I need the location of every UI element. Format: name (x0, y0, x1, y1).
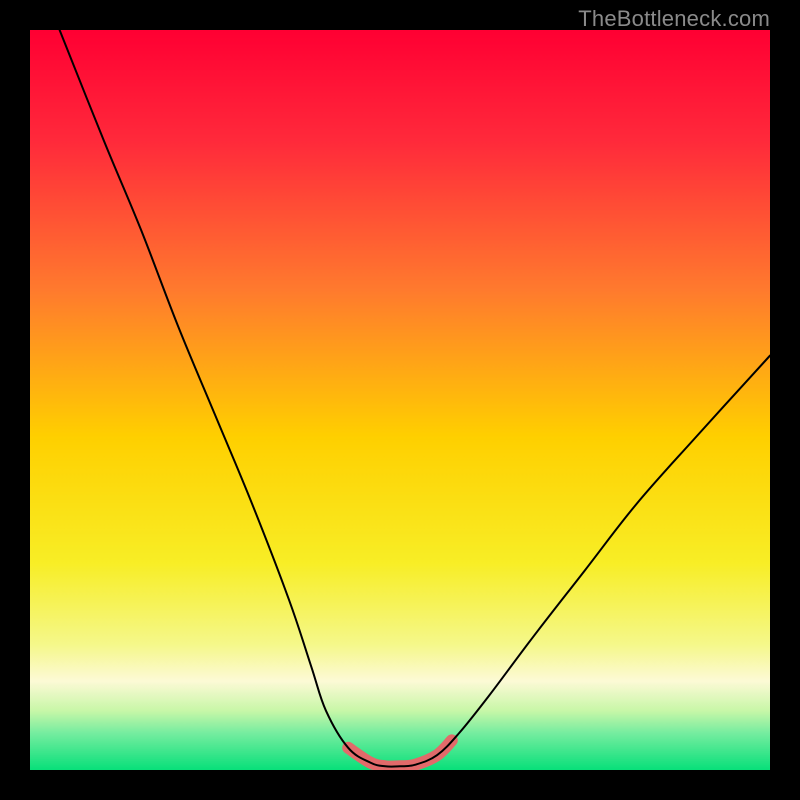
plot-area (30, 30, 770, 770)
chart-frame: TheBottleneck.com (0, 0, 800, 800)
watermark-label: TheBottleneck.com (578, 6, 770, 32)
optimal-band-line (348, 740, 452, 766)
bottleneck-curve (60, 30, 770, 767)
chart-svg (30, 30, 770, 770)
